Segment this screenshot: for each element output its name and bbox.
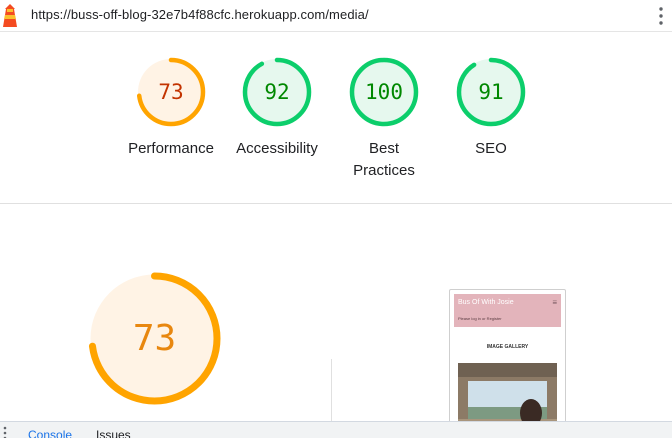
devtools-drawer-tabs: Console Issues [0,421,672,438]
gauge-score: 91 [478,80,504,104]
kebab-menu-icon[interactable] [654,5,668,27]
drawer-menu-icon[interactable] [3,426,7,438]
thumbnail-navbar: Bus Of With Josie ≡ Please log in or Reg… [454,294,561,327]
gauge-score: 92 [264,80,290,104]
page-url: https://buss-off-blog-32e7b4f88cfc.herok… [31,7,369,22]
thumbnail-subtext: Please log in or Register [458,316,502,321]
lighthouse-icon [3,4,17,27]
gauge-score: 100 [365,80,403,104]
thumbnail-brand: Bus Of With Josie [458,299,514,306]
thumbnail-heading: IMAGE GALLERY [486,344,529,350]
url-bar: https://buss-off-blog-32e7b4f88cfc.herok… [0,0,672,32]
tab-console[interactable]: Console [28,428,72,438]
gauge-score: 73 [158,80,184,104]
gauge-seo[interactable]: 91 SEO [421,57,561,187]
gauge-label: Best Practices [353,140,415,179]
final-screenshot-thumbnail[interactable]: Bus Of With Josie ≡ Please log in or Reg… [449,289,566,438]
gauge-label: SEO [475,140,507,157]
vertical-divider [331,359,332,429]
section-divider [0,203,672,204]
performance-detail-gauge: 73 [88,272,221,405]
gauge-score: 73 [132,318,177,359]
tab-issues[interactable]: Issues [96,428,131,438]
hamburger-icon: ≡ [552,298,557,307]
